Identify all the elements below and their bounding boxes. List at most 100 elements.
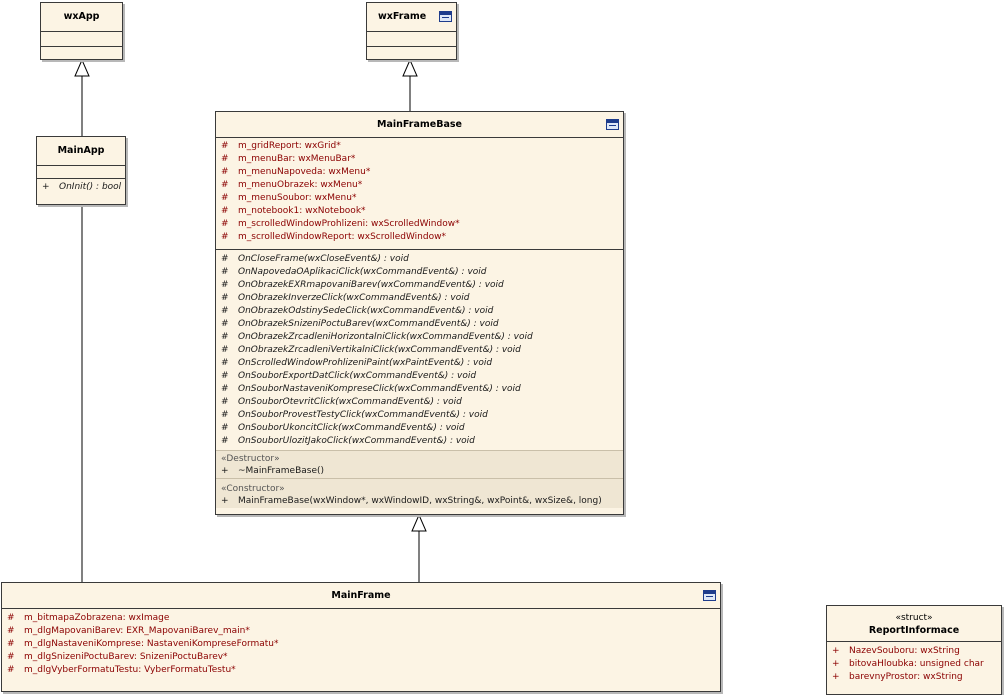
attribute-row: # m_scrolledWindowReport: wxScrolledWindo… (216, 231, 623, 244)
attribute-row: # m_gridReport: wxGrid* (216, 140, 623, 153)
attribute-text: m_dlgMapovaniBarev: EXR_MapovaniBarev_ma… (24, 626, 250, 636)
window-icon (439, 11, 452, 22)
visibility-marker: # (221, 267, 229, 277)
attribute-text: barevnyProstor: wxString (849, 672, 963, 682)
class-header: wxFrame (367, 3, 456, 31)
attribute-row: # m_bitmapaZobrazena: wxImage (2, 612, 720, 625)
attribute-text: bitovaHloubka: unsigned char (849, 659, 984, 669)
attribute-text: m_notebook1: wxNotebook* (238, 206, 366, 216)
visibility-marker: # (221, 254, 229, 264)
operation-text: OnSouborExportDatClick(wxCommandEvent&) … (238, 371, 477, 381)
class-name: wxFrame (378, 11, 427, 22)
destructor-section: «Destructor» + ~MainFrameBase() (216, 450, 623, 478)
visibility-marker: # (7, 626, 15, 636)
operation-row: # OnObrazekInverzeClick(wxCommandEvent&) … (216, 292, 623, 305)
class-header: «struct» ReportInformace (827, 606, 1001, 641)
class-wxapp[interactable]: wxApp (40, 2, 123, 60)
attribute-row: # m_menuBar: wxMenuBar* (216, 153, 623, 166)
class-name: MainFrame (331, 590, 391, 601)
attribute-text: m_menuSoubor: wxMenu* (238, 193, 357, 203)
destructor-text: ~MainFrameBase() (238, 466, 325, 476)
operations-compartment (367, 46, 456, 60)
attributes-compartment: # m_gridReport: wxGrid* # m_menuBar: wxMen… (216, 137, 623, 249)
attribute-row: + NazevSouboru: wxString (827, 645, 1001, 658)
visibility-marker: # (221, 306, 229, 316)
operation-row: # OnSouborNastaveniKompreseClick(wxComman… (216, 383, 623, 396)
visibility-marker: # (221, 219, 229, 229)
class-reportinformace[interactable]: «struct» ReportInformace + NazevSouboru: … (826, 605, 1002, 695)
attribute-row: # m_dlgMapovaniBarev: EXR_MapovaniBarev_m… (2, 625, 720, 638)
attribute-row: # m_notebook1: wxNotebook* (216, 205, 623, 218)
operation-text: OnSouborUlozitJakoClick(wxCommandEvent&)… (238, 436, 475, 446)
class-header: MainFrameBase (216, 112, 623, 137)
attributes-compartment (37, 165, 125, 178)
visibility-marker: # (221, 332, 229, 342)
attribute-row: # m_menuObrazek: wxMenu* (216, 179, 623, 192)
operation-row: # OnObrazekEXRmapovaniBarev(wxCommandEven… (216, 279, 623, 292)
destructor-stereotype: «Destructor» (221, 454, 280, 464)
class-name: ReportInformace (868, 625, 960, 636)
visibility-marker: # (221, 167, 229, 177)
operation-row: # OnNapovedaOAplikaciClick(wxCommandEvent… (216, 266, 623, 279)
constructor-section: «Constructor» + MainFrameBase(wxWindow*, … (216, 478, 623, 508)
operation-row: # OnObrazekZrcadleniHorizontalniClick(wxC… (216, 331, 623, 344)
operation-text: OnCloseFrame(wxCloseEvent&) : void (238, 254, 409, 264)
mainapp-to-wxapp-arrowhead (74, 58, 90, 77)
visibility-marker: # (221, 436, 229, 446)
class-mainframe[interactable]: MainFrame # m_bitmapaZobrazena: wxImage #… (1, 582, 721, 692)
operation-text: OnSouborProvestTestyClick(wxCommandEvent… (238, 410, 488, 420)
visibility-marker: # (221, 358, 229, 368)
operation-row: # OnSouborUlozitJakoClick(wxCommandEvent&… (216, 435, 623, 448)
attribute-text: m_dlgSnizeniPoctuBarev: SnizeniPoctuBare… (24, 652, 228, 662)
visibility-marker: + (832, 659, 840, 669)
visibility-marker: # (221, 410, 229, 420)
attributes-compartment (367, 31, 456, 46)
attribute-text: NazevSouboru: wxString (849, 646, 960, 656)
constructor-text: MainFrameBase(wxWindow*, wxWindowID, wxS… (238, 496, 602, 506)
operation-row: # OnSouborProvestTestyClick(wxCommandEven… (216, 409, 623, 422)
class-wxframe[interactable]: wxFrame (366, 2, 457, 60)
operation-text: OnInit() : bool (59, 182, 122, 192)
class-name: MainFrameBase (377, 119, 462, 130)
visibility-marker: # (221, 193, 229, 203)
visibility-marker: # (221, 319, 229, 329)
visibility-marker: # (221, 180, 229, 190)
operation-row: # OnSouborOtevritClick(wxCommandEvent&) :… (216, 396, 623, 409)
visibility-marker: + (221, 496, 229, 506)
operation-text: OnSouborOtevritClick(wxCommandEvent&) : … (238, 397, 462, 407)
visibility-marker: # (7, 665, 15, 675)
visibility-marker: # (221, 206, 229, 216)
operation-row: # OnCloseFrame(wxCloseEvent&) : void (216, 253, 623, 266)
operations-compartment: + OnInit() : bool (37, 178, 125, 194)
visibility-marker: + (42, 182, 50, 192)
visibility-marker: # (7, 613, 15, 623)
window-icon (606, 119, 619, 130)
operation-row: + OnInit() : bool (37, 181, 125, 194)
attribute-text: m_scrolledWindowReport: wxScrolledWindow… (238, 232, 446, 242)
visibility-marker: # (221, 371, 229, 381)
attribute-text: m_menuObrazek: wxMenu* (238, 180, 363, 190)
operations-compartment (41, 46, 122, 60)
class-name: wxApp (63, 11, 100, 22)
window-icon (703, 590, 716, 601)
operation-row: # OnObrazekZrcadleniVertikalniClick(wxCom… (216, 344, 623, 357)
operation-row: # OnScrolledWindowProhlizeniPaint(wxPaint… (216, 357, 623, 370)
attribute-row: # m_dlgNastaveniKomprese: NastaveniKompre… (2, 638, 720, 651)
attribute-row: + bitovaHloubka: unsigned char (827, 658, 1001, 671)
class-mainapp[interactable]: MainApp + OnInit() : bool (36, 136, 126, 205)
class-name: MainApp (57, 145, 105, 156)
visibility-marker: # (221, 293, 229, 303)
operation-row: # OnSouborUkoncitClick(wxCommandEvent&) :… (216, 422, 623, 435)
attribute-row: # m_scrolledWindowProhlizeni: wxScrolledW… (216, 218, 623, 231)
destructor-row: + ~MainFrameBase() (216, 465, 623, 478)
class-mainframebase[interactable]: MainFrameBase # m_gridReport: wxGrid* # m_… (215, 111, 624, 515)
attribute-text: m_menuNapoveda: wxMenu* (238, 167, 371, 177)
operation-text: OnObrazekInverzeClick(wxCommandEvent&) :… (238, 293, 470, 303)
attribute-row: # m_dlgVyberFormatuTestu: VyberFormatuTes… (2, 664, 720, 677)
visibility-marker: + (221, 466, 229, 476)
visibility-marker: + (832, 646, 840, 656)
operation-row: # OnObrazekOdstinySedeClick(wxCommandEven… (216, 305, 623, 318)
visibility-marker: # (7, 652, 15, 662)
operation-text: OnNapovedaOAplikaciClick(wxCommandEvent&… (238, 267, 487, 277)
visibility-marker: # (221, 345, 229, 355)
